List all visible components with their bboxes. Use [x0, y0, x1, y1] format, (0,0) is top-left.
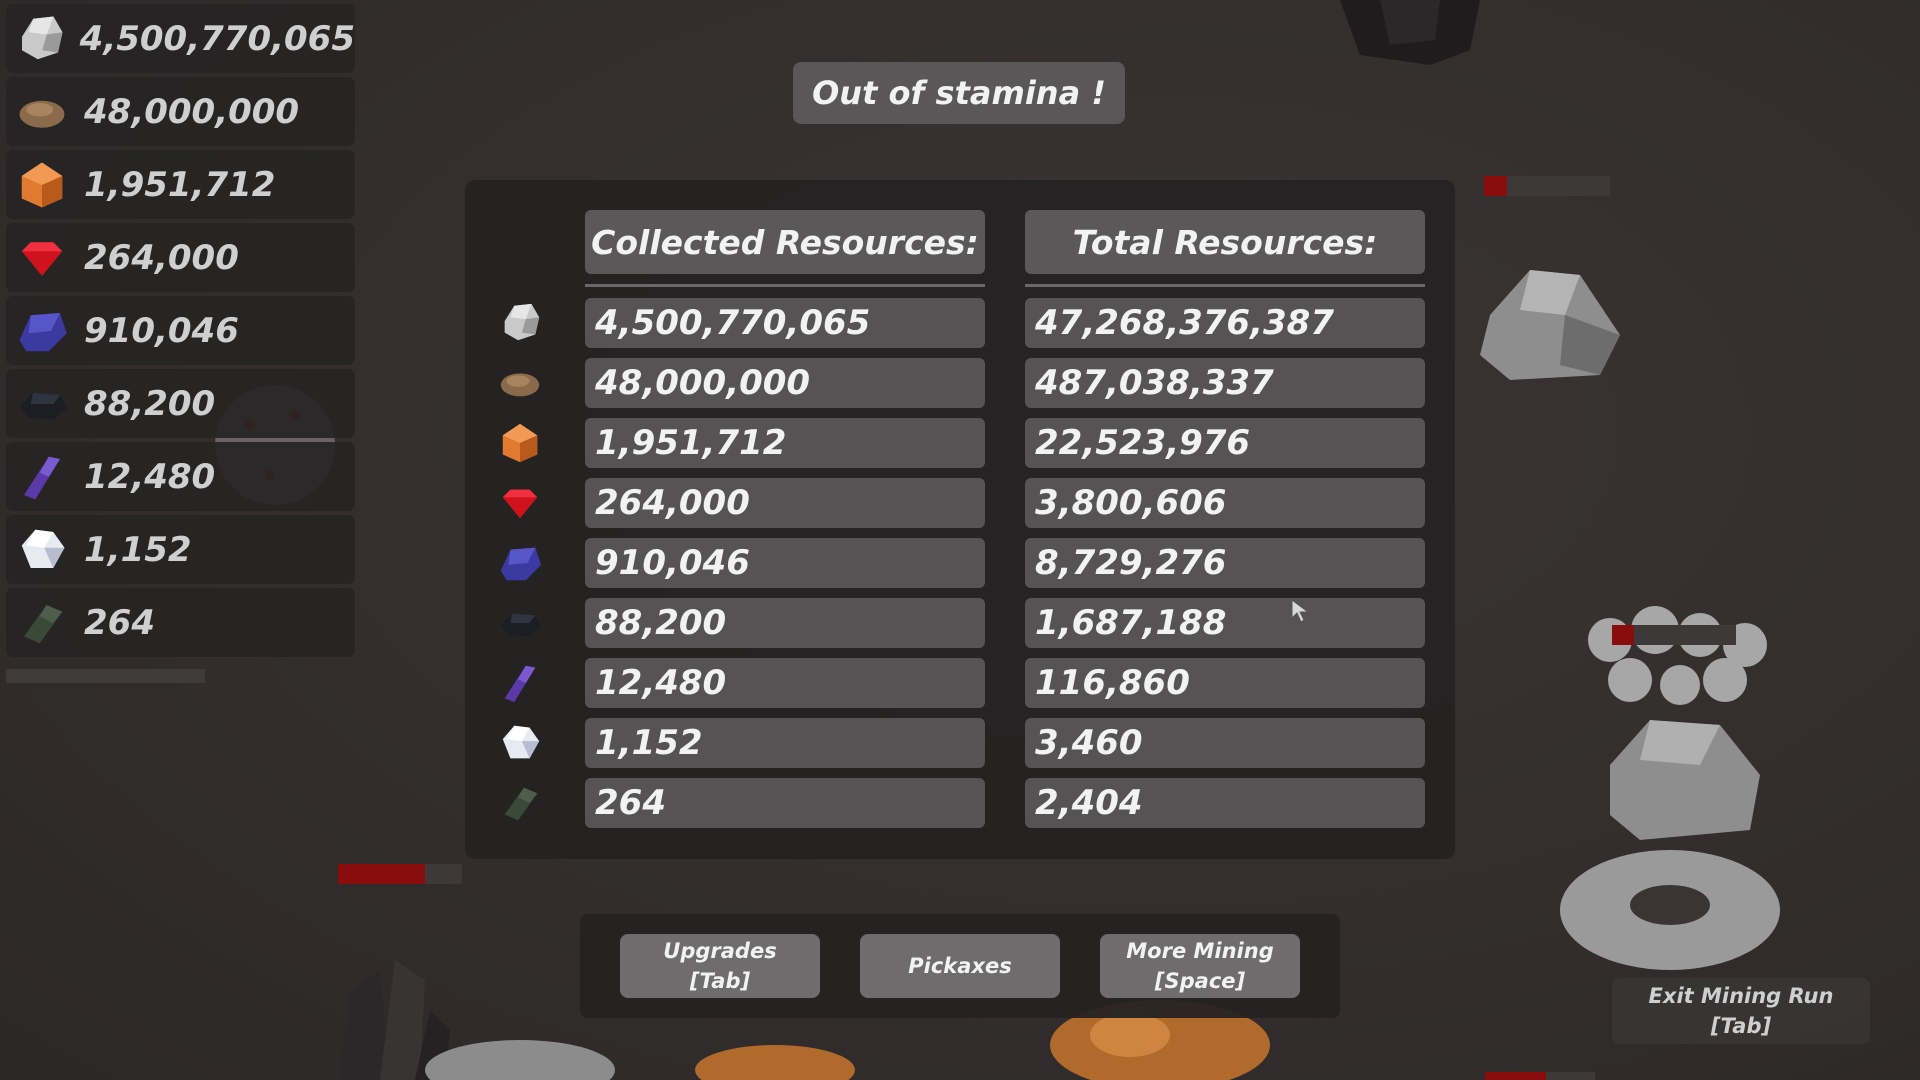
sidebar-resource-value: 910,046: [84, 310, 239, 351]
collected-value: 264,000: [585, 478, 985, 528]
sapphire-gem-icon: [495, 538, 545, 588]
rock-right-ring: [1560, 850, 1780, 970]
stone-ore-icon: [12, 9, 68, 69]
total-value: 2,404: [1025, 778, 1425, 828]
emerald-shard-icon: [495, 778, 545, 828]
more-mining-key: [Space]: [1154, 969, 1246, 993]
table-row: 910,046 8,729,276: [465, 538, 1455, 588]
collected-value: 1,152: [585, 718, 985, 768]
collected-header-label: Collected Resources:: [591, 222, 979, 262]
table-row: 264 2,404: [465, 778, 1455, 828]
sidebar-resource-row: 1,951,712: [6, 150, 355, 219]
pickaxes-button[interactable]: Pickaxes: [860, 934, 1060, 998]
amber-gem-icon: [495, 418, 545, 468]
title-text: Out of stamina !: [812, 74, 1106, 112]
table-row: 12,480 116,860: [465, 658, 1455, 708]
collected-value: 1,951,712: [585, 418, 985, 468]
collected-value: 88,200: [585, 598, 985, 648]
sidebar-resource-value: 4,500,770,065: [79, 18, 355, 59]
collected-value: 264: [585, 778, 985, 828]
mouse-cursor-icon: [1291, 599, 1310, 623]
sidebar-resource-row: 264: [6, 588, 355, 657]
total-value: 116,860: [1025, 658, 1425, 708]
collected-value: 910,046: [585, 538, 985, 588]
table-row: 264,000 3,800,606: [465, 478, 1455, 528]
stone-ore-icon: [495, 298, 545, 348]
amethyst-crystal-icon: [12, 447, 72, 507]
ore-bottom-left: [695, 1045, 855, 1080]
diamond-gem-icon: [495, 718, 545, 768]
total-value: 8,729,276: [1025, 538, 1425, 588]
copper-ore-icon: [495, 358, 545, 408]
sidebar-resource-value: 264,000: [84, 237, 239, 278]
total-value: 1,687,188: [1025, 598, 1425, 648]
sidebar-resource-row: 4,500,770,065: [6, 4, 355, 73]
rock-right-upper: [1480, 270, 1620, 380]
ruby-gem-icon: [495, 478, 545, 528]
action-button-bar: Upgrades [Tab] Pickaxes More Mining [Spa…: [580, 914, 1340, 1018]
sapphire-gem-icon: [12, 301, 72, 361]
exit-mining-run-button[interactable]: Exit Mining Run [Tab]: [1612, 978, 1870, 1044]
collected-value: 4,500,770,065: [585, 298, 985, 348]
copper-ore-icon: [12, 82, 72, 142]
obsidian-ore-icon: [495, 598, 545, 648]
upgrades-label: Upgrades: [663, 939, 777, 963]
health-bar-left: [338, 864, 462, 884]
collected-resources-header: Collected Resources:: [585, 210, 985, 274]
total-resources-header: Total Resources:: [1025, 210, 1425, 274]
sidebar-scrollbar[interactable]: [6, 669, 205, 683]
amethyst-crystal-icon: [495, 658, 545, 708]
sidebar-resource-row: 264,000: [6, 223, 355, 292]
table-row: 1,152 3,460: [465, 718, 1455, 768]
collected-value: 48,000,000: [585, 358, 985, 408]
sidebar-resource-row: 48,000,000: [6, 77, 355, 146]
sidebar-resource-value: 1,152: [84, 529, 192, 570]
total-divider: [1025, 284, 1425, 287]
resource-sidebar: 4,500,770,065 48,000,000 1,951,712 264,000 9…: [6, 4, 355, 661]
collected-divider: [585, 284, 985, 287]
total-header-label: Total Resources:: [1072, 222, 1378, 262]
health-bar-bottom: [1485, 1072, 1595, 1080]
more-mining-button[interactable]: More Mining [Space]: [1100, 934, 1300, 998]
diamond-gem-icon: [12, 520, 72, 580]
sidebar-resource-value: 48,000,000: [84, 91, 300, 132]
rock-right-cluster: [1588, 606, 1767, 705]
total-value: 3,800,606: [1025, 478, 1425, 528]
resources-table: 4,500,770,065 47,268,376,387 48,000,000 487…: [465, 298, 1455, 838]
obsidian-ore-icon: [12, 374, 72, 434]
total-value: 3,460: [1025, 718, 1425, 768]
resources-panel: Collected Resources: Total Resources: 4,…: [465, 180, 1455, 859]
sidebar-resource-row: 1,152: [6, 515, 355, 584]
health-bar-cluster: [1612, 625, 1736, 645]
upgrades-button[interactable]: Upgrades [Tab]: [620, 934, 820, 998]
ruby-gem-icon: [12, 228, 72, 288]
sidebar-resource-row: 910,046: [6, 296, 355, 365]
total-value: 47,268,376,387: [1025, 298, 1425, 348]
upgrades-key: [Tab]: [689, 969, 751, 993]
exit-label: Exit Mining Run: [1648, 984, 1834, 1008]
sidebar-resource-value: 264: [84, 602, 155, 643]
table-row: 48,000,000 487,038,337: [465, 358, 1455, 408]
emerald-shard-icon: [12, 593, 72, 653]
collected-value: 12,480: [585, 658, 985, 708]
health-bar-rock: [1484, 176, 1610, 196]
rock-right-middle: [1610, 720, 1760, 840]
sidebar-resource-value: 88,200: [84, 383, 216, 424]
sidebar-resource-value: 1,951,712: [84, 164, 276, 205]
sidebar-resource-row: 88,200: [6, 369, 355, 438]
total-value: 22,523,976: [1025, 418, 1425, 468]
more-mining-label: More Mining: [1126, 939, 1274, 963]
pickaxes-label: Pickaxes: [908, 954, 1012, 978]
rock-bottom-left: [425, 1040, 615, 1080]
table-row: 4,500,770,065 47,268,376,387: [465, 298, 1455, 348]
rock-cluster-top: [1340, 0, 1480, 65]
page-title: Out of stamina !: [793, 62, 1125, 124]
sidebar-resource-value: 12,480: [84, 456, 216, 497]
amber-gem-icon: [12, 155, 72, 215]
total-value: 487,038,337: [1025, 358, 1425, 408]
exit-key: [Tab]: [1710, 1014, 1772, 1038]
sidebar-resource-row: 12,480: [6, 442, 355, 511]
table-row: 1,951,712 22,523,976: [465, 418, 1455, 468]
